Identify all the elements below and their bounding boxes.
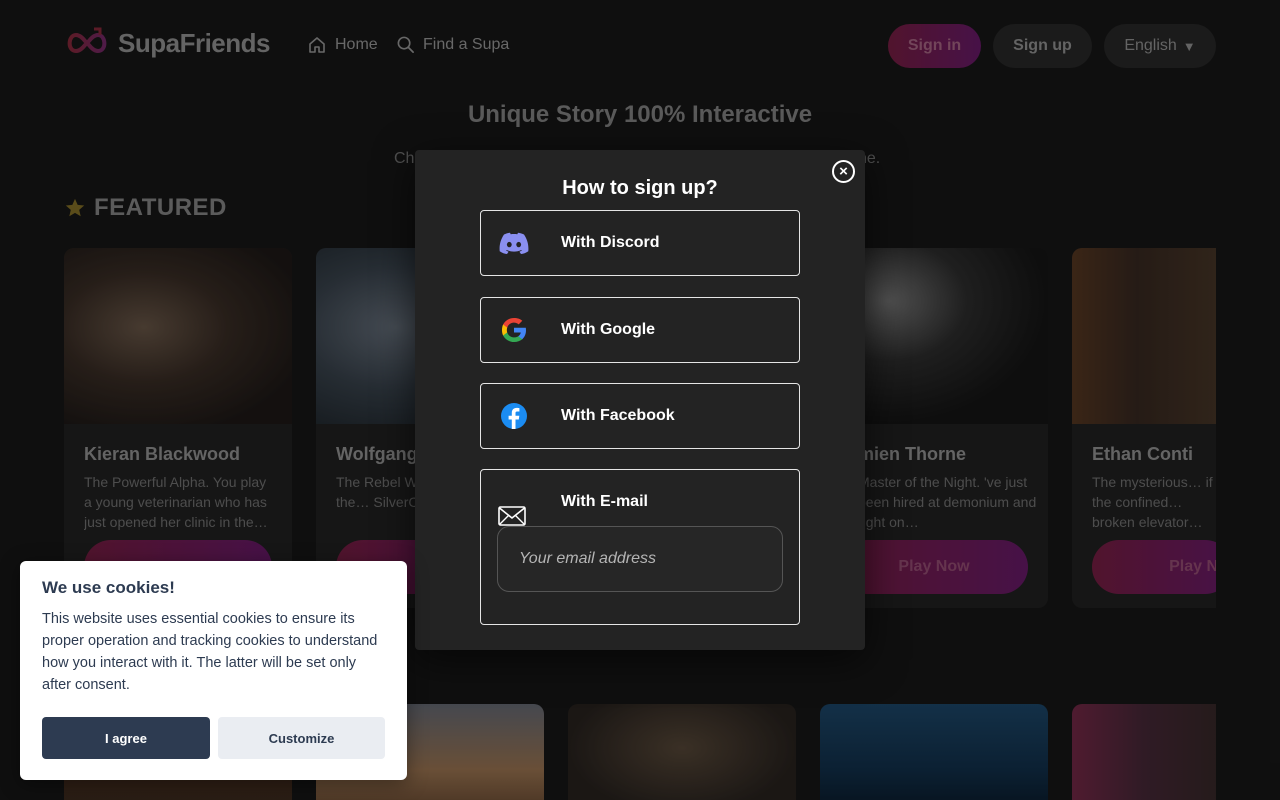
cookie-title: We use cookies! xyxy=(42,578,175,597)
cookie-text: This website uses essential cookies to e… xyxy=(42,611,378,693)
facebook-icon xyxy=(499,401,529,431)
signup-google-label: With Google xyxy=(561,321,656,338)
cookie-customize-button[interactable]: Customize xyxy=(218,717,385,759)
cookie-banner: We use cookies! This website uses essent… xyxy=(20,561,407,780)
signup-modal: × How to sign up? With Discord With Goog… xyxy=(415,150,865,650)
signup-email-section: With E-mail xyxy=(480,469,800,625)
cookie-agree-button[interactable]: I agree xyxy=(42,717,210,759)
signup-google-button[interactable]: With Google xyxy=(480,297,800,363)
signup-facebook-label: With Facebook xyxy=(561,407,675,424)
email-input[interactable] xyxy=(497,526,783,592)
modal-title: How to sign up? xyxy=(562,177,718,199)
discord-icon xyxy=(499,228,529,258)
signup-facebook-button[interactable]: With Facebook xyxy=(480,383,800,449)
signup-email-label: With E-mail xyxy=(561,493,648,510)
signup-discord-button[interactable]: With Discord xyxy=(480,210,800,276)
google-icon xyxy=(499,315,529,345)
signup-discord-label: With Discord xyxy=(561,234,660,251)
